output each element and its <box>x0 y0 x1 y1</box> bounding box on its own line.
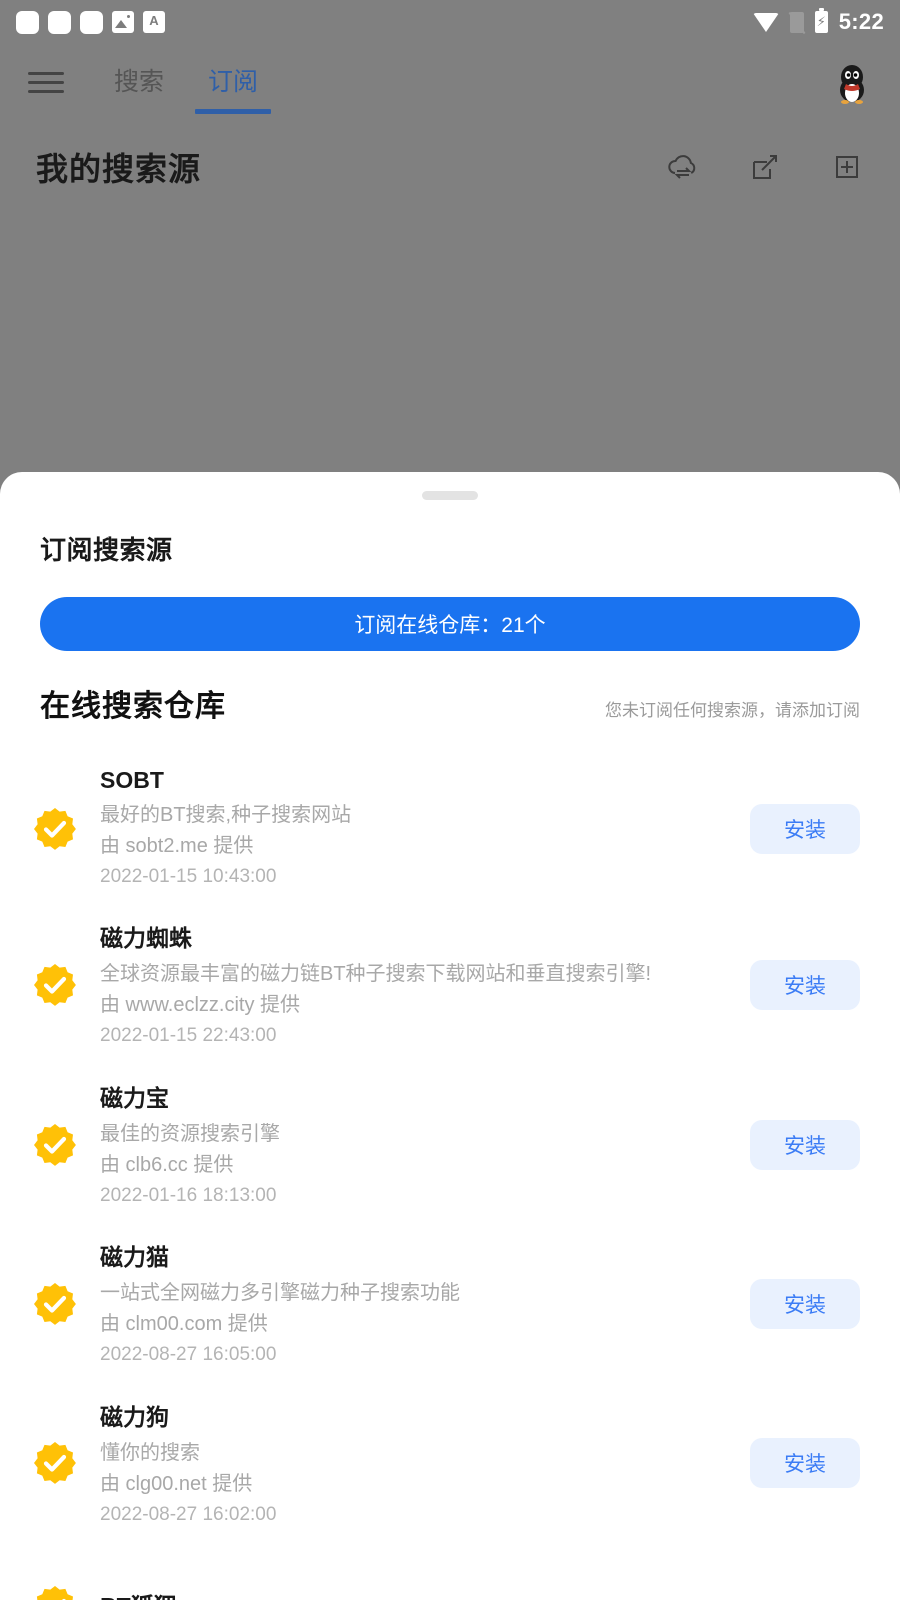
repo-description: 一站式全网磁力多引擎磁力种子搜索功能 <box>100 1282 460 1305</box>
repo-name: 磁力宝 <box>100 1084 169 1111</box>
repo-name: 磁力蜘蛛 <box>100 925 192 952</box>
verified-badge-icon <box>32 962 78 1008</box>
no-sim-icon <box>789 11 804 33</box>
repo-provider: 由 www.eclzz.city 提供 <box>100 994 301 1017</box>
install-button[interactable]: 安装 <box>750 1279 860 1330</box>
verified-badge-icon <box>32 806 78 852</box>
add-icon[interactable] <box>830 150 864 184</box>
battery-charging-icon <box>814 8 828 33</box>
status-bar-right-icons: 5:22 <box>752 8 884 35</box>
list-item-body: 磁力蜘蛛 全球资源最丰富的磁力链BT种子搜索下载网站和垂直搜索引擎! 由 www… <box>92 919 736 1050</box>
text-a-icon: A <box>143 11 165 33</box>
list-item-body: BT狐狸 <box>92 1587 860 1600</box>
sheet-drag-handle[interactable] <box>422 491 478 500</box>
header-action-buttons <box>666 150 864 184</box>
repo-description: 全球资源最丰富的磁力链BT种子搜索下载网站和垂直搜索引擎! <box>100 963 652 986</box>
verified-badge-icon <box>32 1281 78 1327</box>
badge-wrapper <box>18 806 92 852</box>
notification-square-icon <box>48 10 71 34</box>
repo-list: SOBT 最好的BT搜索,种子搜索网站 由 sobt2.me 提供 2022-0… <box>0 753 900 1600</box>
list-item[interactable]: 磁力狗 懂你的搜索 由 clg00.net 提供 2022-08-27 16:0… <box>0 1384 900 1543</box>
notification-square-icon <box>16 10 39 34</box>
repo-description: 懂你的搜索 <box>100 1441 200 1464</box>
no-subscription-hint: 您未订阅任何搜索源，请添加订阅 <box>605 701 860 720</box>
list-item[interactable]: 磁力猫 一站式全网磁力多引擎磁力种子搜索功能 由 clm00.com 提供 20… <box>0 1224 900 1383</box>
list-item-body: SOBT 最好的BT搜索,种子搜索网站 由 sobt2.me 提供 2022-0… <box>92 767 736 891</box>
hamburger-menu-icon[interactable] <box>28 71 64 93</box>
tab-search[interactable]: 搜索 <box>114 62 164 114</box>
repo-date: 2022-01-15 10:43:00 <box>100 866 277 887</box>
verified-badge-icon <box>32 1440 78 1486</box>
online-repo-header: 在线搜索仓库 您未订阅任何搜索源，请添加订阅 <box>40 681 860 725</box>
repo-description: 最佳的资源搜索引擎 <box>100 1122 280 1145</box>
repo-description: 最好的BT搜索,种子搜索网站 <box>100 804 352 826</box>
list-item-body: 磁力宝 最佳的资源搜索引擎 由 clb6.cc 提供 2022-01-16 18… <box>92 1079 736 1210</box>
install-button[interactable]: 安装 <box>750 1438 860 1489</box>
sheet-title: 订阅搜索源 <box>40 535 173 565</box>
image-icon <box>112 11 134 33</box>
list-item[interactable]: 磁力宝 最佳的资源搜索引擎 由 clb6.cc 提供 2022-01-16 18… <box>0 1065 900 1224</box>
badge-wrapper <box>18 1281 92 1327</box>
repo-name: 磁力猫 <box>100 1244 169 1271</box>
repo-provider: 由 clg00.net 提供 <box>100 1472 253 1495</box>
repo-date: 2022-08-27 16:02:00 <box>100 1503 277 1525</box>
repo-name: SOBT <box>100 767 164 793</box>
list-item[interactable]: BT狐狸 <box>0 1543 900 1600</box>
edit-icon[interactable] <box>748 150 782 184</box>
status-bar-left-icons: A <box>16 10 165 34</box>
verified-badge-icon <box>32 1584 78 1600</box>
subscribe-online-repo-button[interactable]: 订阅在线仓库：21个 <box>40 597 860 651</box>
wifi-icon <box>752 12 779 32</box>
badge-wrapper <box>18 1122 92 1168</box>
page-title: 我的搜索源 <box>36 151 202 187</box>
badge-wrapper <box>18 1440 92 1486</box>
cloud-sync-icon[interactable] <box>666 150 700 184</box>
repo-provider: 由 clb6.cc 提供 <box>100 1153 234 1176</box>
list-item[interactable]: 磁力蜘蛛 全球资源最丰富的磁力链BT种子搜索下载网站和垂直搜索引擎! 由 www… <box>0 905 900 1064</box>
badge-wrapper <box>18 1584 92 1600</box>
install-button[interactable]: 安装 <box>750 1119 860 1170</box>
tab-subscribe[interactable]: 订阅 <box>208 62 258 114</box>
status-bar: A 5:22 <box>0 0 900 44</box>
verified-badge-icon <box>32 1122 78 1168</box>
qq-penguin-avatar[interactable] <box>832 60 872 104</box>
repo-date: 2022-01-15 22:43:00 <box>100 1025 277 1047</box>
subscribe-bottom-sheet: 订阅搜索源 订阅在线仓库：21个 在线搜索仓库 您未订阅任何搜索源，请添加订阅 … <box>0 472 900 1600</box>
repo-date: 2022-01-16 18:13:00 <box>100 1184 277 1206</box>
notification-square-icon <box>80 10 103 34</box>
nav-tabs: 搜索 订阅 <box>114 44 258 120</box>
list-item-body: 磁力狗 懂你的搜索 由 clg00.net 提供 2022-08-27 16:0… <box>92 1398 736 1529</box>
online-repo-title: 在线搜索仓库 <box>40 690 226 723</box>
top-navigation-bar: 搜索 订阅 <box>0 44 900 120</box>
repo-name: BT狐狸 <box>100 1587 860 1600</box>
badge-wrapper <box>18 962 92 1008</box>
repo-name: 磁力狗 <box>100 1403 169 1430</box>
page-header: 我的搜索源 <box>0 128 900 206</box>
repo-provider: 由 clm00.com 提供 <box>100 1313 268 1336</box>
repo-date: 2022-08-27 16:05:00 <box>100 1344 277 1366</box>
list-item-body: 磁力猫 一站式全网磁力多引擎磁力种子搜索功能 由 clm00.com 提供 20… <box>92 1238 736 1369</box>
repo-provider: 由 sobt2.me 提供 <box>100 835 254 857</box>
install-button[interactable]: 安装 <box>750 804 860 855</box>
install-button[interactable]: 安装 <box>750 960 860 1011</box>
status-bar-clock: 5:22 <box>838 9 884 34</box>
list-item[interactable]: SOBT 最好的BT搜索,种子搜索网站 由 sobt2.me 提供 2022-0… <box>0 753 900 905</box>
